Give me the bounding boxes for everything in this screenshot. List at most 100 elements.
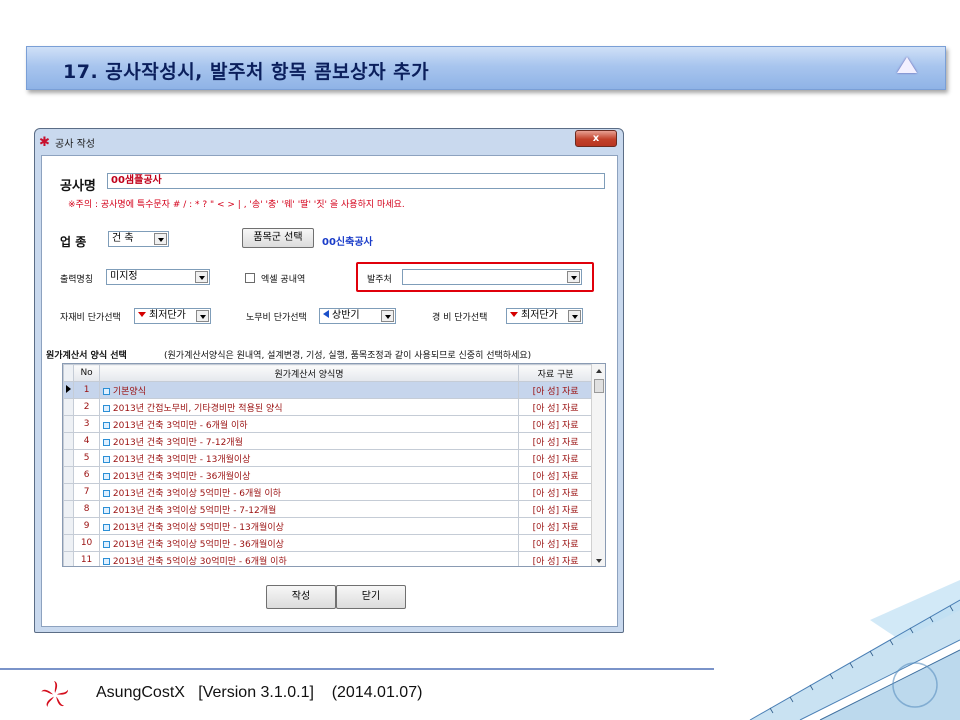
form-square-icon bbox=[102, 557, 110, 565]
table-row[interactable]: 4 2013년 건축 3억미만 - 7-12개월 [아 성] 자료 bbox=[63, 432, 593, 450]
labor-price-combo[interactable]: 상반기 bbox=[319, 308, 396, 324]
cell-form-name[interactable]: 2013년 건축 3억미만 - 6개월 이하 bbox=[98, 415, 520, 433]
cell-data-type[interactable]: [아 성] 자료 bbox=[518, 483, 593, 501]
grid-col-type[interactable]: 자료 구분 bbox=[518, 364, 593, 382]
table-row[interactable]: 5 2013년 건축 3억미만 - 13개월이상 [아 성] 자료 bbox=[63, 449, 593, 467]
expense-price-combo[interactable]: 최저단가 bbox=[506, 308, 583, 324]
cell-form-name[interactable]: 2013년 건축 3억이상 5억미만 - 7-12개월 bbox=[98, 500, 520, 518]
chevron-down-icon[interactable] bbox=[381, 310, 394, 322]
expense-price-label: 경 비 단가선택 bbox=[432, 313, 488, 323]
cell-no[interactable]: 3 bbox=[73, 415, 100, 433]
row-selector[interactable] bbox=[63, 398, 75, 416]
cell-no[interactable]: 5 bbox=[73, 449, 100, 467]
chevron-down-icon[interactable] bbox=[196, 310, 209, 322]
cell-data-type[interactable]: [아 성] 자료 bbox=[518, 466, 593, 484]
cell-data-type[interactable]: [아 성] 자료 bbox=[518, 415, 593, 433]
row-selector[interactable] bbox=[63, 432, 75, 450]
cell-data-type[interactable]: [아 성] 자료 bbox=[518, 381, 593, 399]
expense-price-value: 최저단가 bbox=[521, 310, 558, 321]
close-button[interactable]: 닫기 bbox=[336, 585, 406, 609]
cell-form-name[interactable]: 기본양식 bbox=[98, 381, 520, 399]
cell-no[interactable]: 11 bbox=[73, 551, 100, 566]
window-client-area: 공사명 00샘플공사 ※주의 : 공사명에 특수문자 # / : * ? " <… bbox=[41, 155, 618, 627]
industry-combo[interactable]: 건 축 bbox=[108, 231, 169, 247]
cell-no[interactable]: 2 bbox=[73, 398, 100, 416]
row-selector[interactable] bbox=[63, 534, 75, 552]
project-name-input[interactable]: 00샘플공사 bbox=[107, 173, 605, 189]
cell-data-type[interactable]: [아 성] 자료 bbox=[518, 398, 593, 416]
chevron-down-icon[interactable] bbox=[568, 310, 581, 322]
row-selector[interactable] bbox=[63, 449, 75, 467]
grid-col-no[interactable]: No bbox=[73, 364, 100, 382]
cell-data-type[interactable]: [아 성] 자료 bbox=[518, 500, 593, 518]
cell-form-name[interactable]: 2013년 건축 3억미만 - 36개월이상 bbox=[98, 466, 520, 484]
cost-form-grid: No 원가계산서 양식명 자료 구분 1 기본양식 [아 성] 자료 2 2013년 간… bbox=[62, 363, 606, 567]
form-square-icon bbox=[102, 455, 110, 463]
category-select-button[interactable]: 품목군 선택 bbox=[242, 228, 314, 248]
form-square-icon bbox=[102, 438, 110, 446]
scroll-up-icon[interactable] bbox=[596, 369, 602, 373]
row-selector[interactable] bbox=[63, 500, 75, 518]
table-row[interactable]: 7 2013년 건축 3억이상 5억미만 - 6개월 이하 [아 성] 자료 bbox=[63, 483, 593, 501]
cell-data-type[interactable]: [아 성] 자료 bbox=[518, 449, 593, 467]
create-button[interactable]: 작성 bbox=[266, 585, 336, 609]
row-selector[interactable] bbox=[63, 517, 75, 535]
cell-no[interactable]: 8 bbox=[73, 500, 100, 518]
scroll-thumb[interactable] bbox=[594, 379, 604, 393]
window-titlebar[interactable]: ✱ 공사 작성 x bbox=[35, 129, 623, 153]
cell-form-name[interactable]: 2013년 건축 3억이상 5억미만 - 36개월이상 bbox=[98, 534, 520, 552]
cell-no[interactable]: 1 bbox=[73, 381, 100, 399]
form-square-icon bbox=[102, 540, 110, 548]
table-row[interactable]: 8 2013년 건축 3억이상 5억미만 - 7-12개월 [아 성] 자료 bbox=[63, 500, 593, 518]
cell-form-name[interactable]: 2013년 건축 3억이상 5억미만 - 13개월이상 bbox=[98, 517, 520, 535]
labor-price-value: 상반기 bbox=[332, 310, 360, 321]
cell-form-name[interactable]: 2013년 건축 5억이상 30억미만 - 6개월 이하 bbox=[98, 551, 520, 567]
cell-no[interactable]: 7 bbox=[73, 483, 100, 501]
chevron-down-icon[interactable] bbox=[195, 271, 208, 283]
cell-data-type[interactable]: [아 성] 자료 bbox=[518, 517, 593, 535]
excel-checkbox[interactable] bbox=[245, 273, 255, 283]
form-name-text: 2013년 건축 5억이상 30억미만 - 6개월 이하 bbox=[112, 556, 287, 567]
grid-scrollbar[interactable] bbox=[591, 364, 605, 566]
client-label: 발주처 bbox=[367, 275, 392, 285]
window-close-button[interactable]: x bbox=[575, 130, 617, 147]
cell-data-type[interactable]: [아 성] 자료 bbox=[518, 551, 593, 566]
form-square-icon bbox=[102, 489, 110, 497]
form-square-icon bbox=[102, 387, 110, 395]
material-price-value: 최저단가 bbox=[149, 310, 186, 321]
row-selector[interactable] bbox=[63, 415, 75, 433]
chevron-down-icon[interactable] bbox=[154, 233, 167, 245]
cell-no[interactable]: 4 bbox=[73, 432, 100, 450]
row-selector[interactable] bbox=[63, 551, 75, 566]
cell-form-name[interactable]: 2013년 건축 3억미만 - 7-12개월 bbox=[98, 432, 520, 450]
table-row[interactable]: 3 2013년 건축 3억미만 - 6개월 이하 [아 성] 자료 bbox=[63, 415, 593, 433]
cell-form-name[interactable]: 2013년 건축 3억미만 - 13개월이상 bbox=[98, 449, 520, 467]
table-row[interactable]: 6 2013년 건축 3억미만 - 36개월이상 [아 성] 자료 bbox=[63, 466, 593, 484]
table-row[interactable]: 10 2013년 건축 3억이상 5억미만 - 36개월이상 [아 성] 자료 bbox=[63, 534, 593, 552]
table-row[interactable]: 9 2013년 건축 3억이상 5억미만 - 13개월이상 [아 성] 자료 bbox=[63, 517, 593, 535]
cell-form-name[interactable]: 2013년 간접노무비, 기타경비만 적용된 양식 bbox=[98, 398, 520, 416]
cell-no[interactable]: 10 bbox=[73, 534, 100, 552]
row-selector[interactable] bbox=[63, 381, 75, 399]
table-row[interactable]: 1 기본양식 [아 성] 자료 bbox=[63, 381, 593, 399]
row-selector[interactable] bbox=[63, 466, 75, 484]
client-combo[interactable] bbox=[402, 269, 582, 285]
grid-col-name[interactable]: 원가계산서 양식명 bbox=[98, 364, 520, 382]
cell-no[interactable]: 9 bbox=[73, 517, 100, 535]
blue-left-icon bbox=[323, 310, 329, 318]
cell-no[interactable]: 6 bbox=[73, 466, 100, 484]
material-price-combo[interactable]: 최저단가 bbox=[134, 308, 211, 324]
warning-text: ※주의 : 공사명에 특수문자 # / : * ? " < > | , '송' … bbox=[68, 200, 405, 210]
output-name-combo[interactable]: 미지정 bbox=[106, 269, 210, 285]
table-row[interactable]: 11 2013년 건축 5억이상 30억미만 - 6개월 이하 [아 성] 자료 bbox=[63, 551, 593, 567]
cell-data-type[interactable]: [아 성] 자료 bbox=[518, 432, 593, 450]
row-selector[interactable] bbox=[63, 483, 75, 501]
cell-form-name[interactable]: 2013년 건축 3억이상 5억미만 - 6개월 이하 bbox=[98, 483, 520, 501]
cell-data-type[interactable]: [아 성] 자료 bbox=[518, 534, 593, 552]
chevron-down-icon[interactable] bbox=[567, 271, 580, 283]
table-row[interactable]: 2 2013년 간접노무비, 기타경비만 적용된 양식 [아 성] 자료 bbox=[63, 398, 593, 416]
category-value: 00신축공사 bbox=[322, 237, 373, 248]
scroll-down-icon[interactable] bbox=[596, 559, 602, 563]
up-arrow-icon[interactable] bbox=[897, 57, 917, 73]
grid-header-row: No 원가계산서 양식명 자료 구분 bbox=[63, 364, 593, 382]
